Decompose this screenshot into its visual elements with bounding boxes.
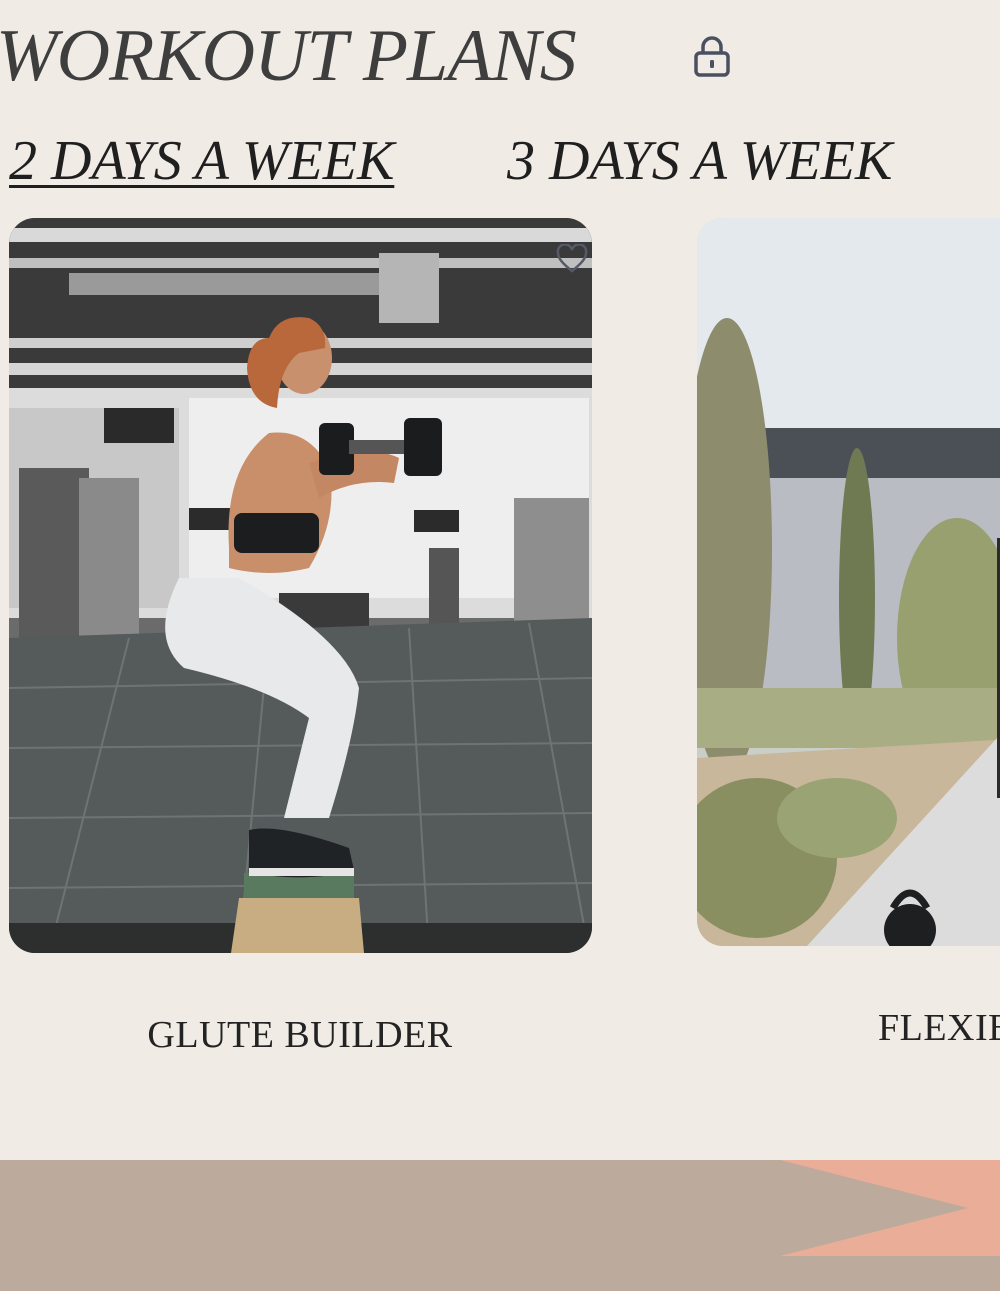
- lock-icon[interactable]: [692, 34, 732, 78]
- tab-3-days[interactable]: 3 DAYS A WEEK: [507, 126, 892, 196]
- glute-builder-image[interactable]: [9, 218, 592, 953]
- flexibility-image[interactable]: [697, 218, 1000, 946]
- footer-band: [0, 1160, 1000, 1291]
- tab-2-days[interactable]: 2 DAYS A WEEK: [9, 126, 394, 196]
- page-title: WORKOUT PLANS: [0, 15, 577, 97]
- heart-icon[interactable]: [556, 244, 588, 274]
- decorative-banner: [780, 1160, 1000, 1256]
- card-label-glute-builder[interactable]: GLUTE BUILDER: [0, 1013, 600, 1057]
- card-label-flexibility[interactable]: FLEXIB: [878, 1006, 1000, 1050]
